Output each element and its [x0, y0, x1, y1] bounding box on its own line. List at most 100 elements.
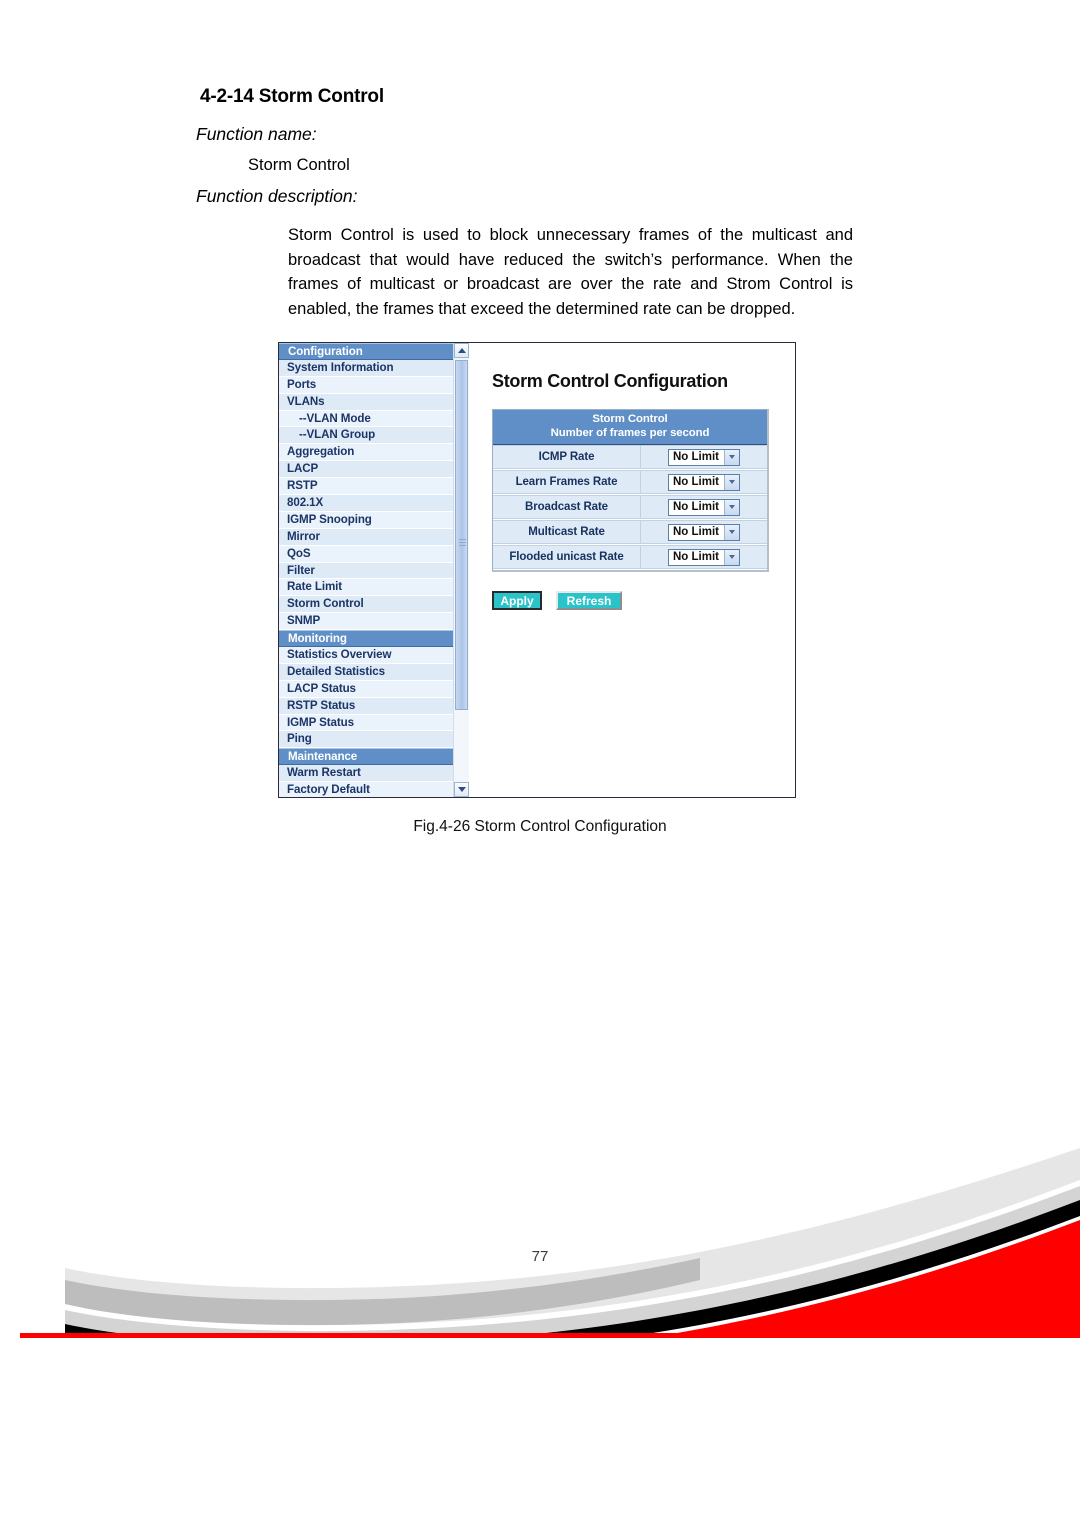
sidebar-item-label: Factory Default	[287, 783, 370, 797]
table-header-line2: Number of frames per second	[550, 426, 710, 439]
embedded-screenshot: Configuration System Information Ports VLAN…	[278, 342, 796, 798]
sidebar-item-label: --VLAN Mode	[299, 411, 371, 425]
sidebar-item-detailed-statistics[interactable]: Detailed Statistics	[279, 663, 453, 681]
sidebar-item-statistics-overview[interactable]: Statistics Overview	[279, 647, 453, 664]
sidebar-item-label: Detailed Statistics	[287, 664, 385, 678]
sidebar-item-system-information[interactable]: System Information	[279, 359, 453, 377]
rate-label: ICMP Rate	[493, 445, 641, 469]
button-row: Apply Refresh	[492, 591, 622, 610]
sidebar-item-configuration[interactable]: Configuration	[279, 343, 453, 360]
page-title: 4-2-14 Storm Control	[200, 86, 384, 107]
sidebar-item-label: Rate Limit	[287, 580, 343, 594]
figure-caption: Fig.4-26 Storm Control Configuration	[413, 818, 667, 835]
sidebar-item-vlan-group[interactable]: --VLAN Group	[279, 427, 453, 445]
rate-select[interactable]: No Limit	[668, 548, 740, 566]
rate-select[interactable]: No Limit	[668, 448, 740, 466]
sidebar-item-ports[interactable]: Ports	[279, 376, 453, 394]
sidebar-item-label: Ports	[287, 377, 317, 391]
sidebar-item-label: RSTP	[287, 479, 318, 493]
chevron-down-icon[interactable]	[724, 499, 739, 515]
sidebar-item-label: VLANs	[287, 394, 325, 408]
sidebar-item-filter[interactable]: Filter	[279, 562, 453, 580]
scroll-up-button[interactable]	[454, 343, 469, 358]
sidebar-item-label: 802.1X	[287, 496, 324, 510]
rate-cell: No Limit	[641, 445, 767, 469]
rate-label: Flooded unicast Rate	[493, 545, 641, 569]
sidebar-item-qos[interactable]: QoS	[279, 545, 453, 563]
table-row: Flooded unicast Rate No Limit	[493, 545, 767, 570]
sidebar-item-label: Mirror	[287, 529, 320, 543]
sidebar-item-lacp-status[interactable]: LACP Status	[279, 680, 453, 698]
rate-select[interactable]: No Limit	[668, 498, 740, 516]
function-description-label: Function description:	[196, 186, 358, 206]
grip-icon	[459, 539, 466, 546]
sidebar-item-vlans[interactable]: VLANs	[279, 393, 453, 411]
sidebar-item-label: Monitoring	[288, 632, 347, 646]
sidebar-item-rate-limit[interactable]: Rate Limit	[279, 579, 453, 597]
sidebar-item-label: LACP	[287, 462, 319, 476]
sidebar-item-label: LACP Status	[287, 681, 356, 695]
chevron-down-icon[interactable]	[724, 549, 739, 565]
rate-select-value: No Limit	[673, 450, 719, 463]
main-panel: Storm Control Configuration Storm Contro…	[470, 343, 795, 797]
chevron-down-icon	[457, 787, 466, 792]
rate-label: Broadcast Rate	[493, 495, 641, 519]
sidebar-item-monitoring[interactable]: Monitoring	[279, 630, 453, 648]
rate-select[interactable]: No Limit	[668, 473, 740, 491]
rate-select-value: No Limit	[673, 550, 719, 563]
chevron-down-icon[interactable]	[724, 474, 739, 490]
rate-cell: No Limit	[641, 520, 767, 544]
chevron-up-icon	[457, 348, 466, 353]
sidebar-item-label: System Information	[287, 360, 394, 374]
sidebar-item-snmp[interactable]: SNMP	[279, 613, 453, 631]
sidebar-item-storm-control[interactable]: Storm Control	[279, 596, 453, 614]
sidebar-item-label: SNMP	[287, 614, 321, 628]
function-name-value: Storm Control	[248, 156, 350, 174]
rate-select[interactable]: No Limit	[668, 523, 740, 541]
rate-label: Multicast Rate	[493, 520, 641, 544]
chevron-down-icon[interactable]	[724, 449, 739, 465]
sidebar-item-label: Aggregation	[287, 445, 355, 459]
chevron-down-icon[interactable]	[724, 524, 739, 540]
refresh-button[interactable]: Refresh	[556, 591, 622, 610]
function-name-label: Function name:	[196, 124, 317, 144]
sidebar-item-igmp-snooping[interactable]: IGMP Snooping	[279, 511, 453, 529]
sidebar-item-label: Configuration	[288, 345, 363, 358]
sidebar-item-factory-default[interactable]: Factory Default	[279, 782, 453, 797]
rate-label: Learn Frames Rate	[493, 470, 641, 494]
table-row: Broadcast Rate No Limit	[493, 495, 767, 520]
sidebar-item-label: QoS	[287, 546, 311, 560]
sidebar-item-igmp-status[interactable]: IGMP Status	[279, 714, 453, 732]
apply-button[interactable]: Apply	[492, 591, 542, 610]
sidebar-scrollbar[interactable]	[453, 343, 469, 797]
rate-cell: No Limit	[641, 495, 767, 519]
sidebar-item-label: Storm Control	[287, 597, 364, 611]
sidebar-item-label: Maintenance	[288, 750, 358, 764]
sidebar-nav-list: Configuration System Information Ports VLAN…	[279, 343, 453, 797]
storm-control-table: Storm Control Number of frames per secon…	[492, 409, 769, 572]
sidebar-item-label: IGMP Status	[287, 715, 354, 729]
sidebar-item-lacp[interactable]: LACP	[279, 461, 453, 479]
sidebar-item-rstp-status[interactable]: RSTP Status	[279, 697, 453, 715]
sidebar-item-rstp[interactable]: RSTP	[279, 478, 453, 496]
scroll-down-button[interactable]	[454, 782, 469, 797]
sidebar-item-label: Filter	[287, 563, 315, 577]
sidebar-item-label: Statistics Overview	[287, 648, 392, 662]
sidebar-item-mirror[interactable]: Mirror	[279, 528, 453, 546]
sidebar-item-aggregation[interactable]: Aggregation	[279, 444, 453, 462]
table-header-line1: Storm Control	[592, 413, 668, 425]
sidebar-item-vlan-mode[interactable]: --VLAN Mode	[279, 410, 453, 428]
sidebar: Configuration System Information Ports VLAN…	[279, 343, 469, 797]
table-row: ICMP Rate No Limit	[493, 445, 767, 470]
sidebar-item-label: IGMP Snooping	[287, 512, 372, 526]
table-row: Learn Frames Rate No Limit	[493, 470, 767, 495]
sidebar-item-802-1x[interactable]: 802.1X	[279, 495, 453, 512]
table-body: ICMP Rate No Limit Learn Frames Rate No Lim…	[493, 445, 767, 570]
page-number: 77	[531, 1248, 549, 1265]
sidebar-item-label: Ping	[287, 732, 312, 746]
sidebar-item-warm-restart[interactable]: Warm Restart	[279, 765, 453, 783]
scrollbar-thumb[interactable]	[455, 360, 468, 710]
sidebar-item-maintenance[interactable]: Maintenance	[279, 748, 453, 766]
sidebar-item-label: Warm Restart	[287, 766, 361, 780]
sidebar-item-ping[interactable]: Ping	[279, 731, 453, 749]
